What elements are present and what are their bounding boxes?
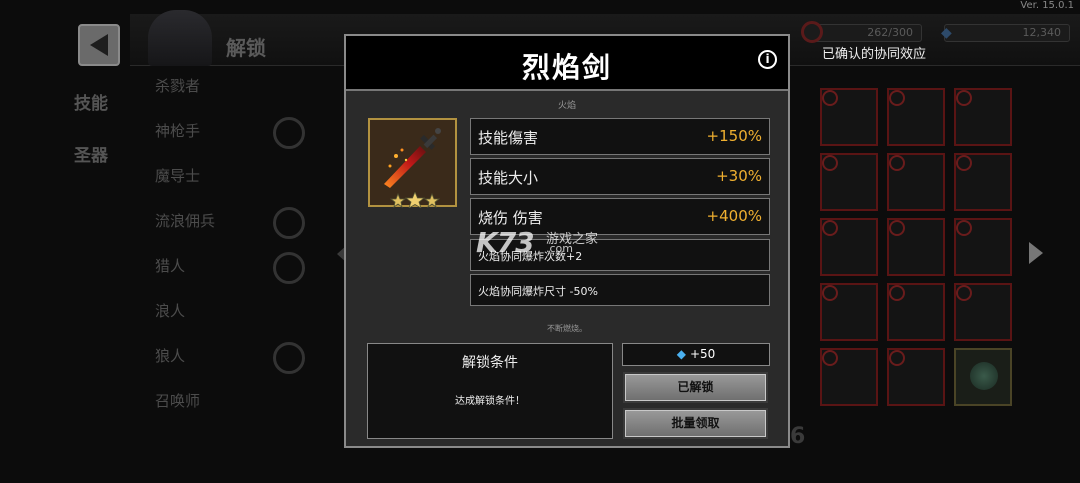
modal-header: 烈焰剑 i [346,36,788,91]
class-item[interactable]: 召唤师 [155,389,325,434]
class-item[interactable]: 神枪手 [155,117,325,164]
relic-slot[interactable] [954,283,1012,341]
stat-name: 技能傷害 [478,129,539,147]
class-label: 狼人 [155,347,186,365]
gem-icon: ◆ [941,25,952,41]
watermark: K73 游戏之家 .com [476,226,598,259]
class-list: 杀戮者 神枪手 魔导士 流浪佣兵 猎人 浪人 狼人 召唤师 [155,74,325,434]
gem-value: 12,340 [1022,26,1062,39]
class-label: 浪人 [155,302,186,320]
relic-slot[interactable] [820,283,878,341]
class-icon [273,117,305,149]
element-label: 火焰 [557,101,576,111]
version-label: Ver. 15.0.1 [1020,0,1074,11]
class-label: 魔导士 [155,167,201,185]
claim-all-button[interactable]: 批量领取 [623,408,768,439]
reward-display: ◆ +50 [622,343,770,366]
stat-row: 技能傷害 +150% [470,118,770,155]
watermark-domain: .com [546,242,573,255]
class-item[interactable]: 狼人 [155,342,325,389]
relic-slot[interactable] [887,153,945,211]
background-digit: 6 [790,424,806,449]
stat-row: 技能大小 +30% [470,158,770,195]
unlocked-button[interactable]: 已解锁 [623,372,768,403]
ban-icon [822,220,838,236]
next-page-arrow-icon[interactable] [1029,242,1043,264]
class-item[interactable]: 杀戮者 [155,74,325,119]
stat-name: 技能大小 [478,169,539,187]
ban-icon [822,350,838,366]
class-item[interactable]: 流浪佣兵 [155,207,325,254]
ban-icon [822,155,838,171]
relic-title: 烈焰剑 [521,51,612,84]
relic-slot[interactable] [887,283,945,341]
back-button[interactable] [78,24,120,66]
unlock-condition-panel: 解锁条件 达成解锁条件！ [367,343,613,439]
relic-slot-unlocked[interactable] [954,348,1012,406]
class-item[interactable]: 魔导士 [155,164,325,209]
hero-portrait [148,10,212,66]
relic-slot[interactable] [887,218,945,276]
synergy-label: 已确认的协同效应 [822,47,927,62]
info-icon[interactable]: i [758,50,777,69]
relic-description: 不断燃烧。 [547,324,587,333]
ban-icon [956,90,972,106]
ban-icon [822,285,838,301]
gem-icon: ◆ [676,347,686,361]
stamina-counter: 262/300 [801,21,922,43]
stat-value: +30% [716,167,762,185]
stat-value: +150% [706,127,762,145]
relic-slot[interactable] [954,218,1012,276]
class-icon [273,207,305,239]
stamina-value: 262/300 [867,26,913,39]
relic-slot[interactable] [954,153,1012,211]
class-icon [273,252,305,284]
relic-slot[interactable] [954,88,1012,146]
synergy-effect-row: 火焰协同爆炸尺寸 -50% [470,274,770,306]
relic-slot[interactable] [820,218,878,276]
unlock-condition-text: 达成解锁条件！ [455,396,525,407]
page-title: 解锁 [226,36,266,60]
class-label: 杀戮者 [155,77,201,95]
ban-icon [889,90,905,106]
ban-icon [956,285,972,301]
tab-relics[interactable]: 圣器 [74,144,108,196]
class-icon [273,342,305,374]
class-label: 召唤师 [155,392,201,410]
synergy-effect-text: 火焰协同爆炸尺寸 -50% [478,285,598,298]
ban-icon [889,285,905,301]
relic-slot[interactable] [887,348,945,406]
unlock-condition-title: 解锁条件 [462,355,518,371]
ban-icon [889,350,905,366]
stat-name: 烧伤 伤害 [478,209,543,227]
ban-icon [889,155,905,171]
class-item[interactable]: 猎人 [155,252,325,299]
tab-skills[interactable]: 技能 [74,92,108,144]
class-label: 流浪佣兵 [155,212,216,230]
ban-icon [889,220,905,236]
relic-orb-icon [970,362,998,390]
gem-counter: ◆ 12,340 [941,24,1070,42]
flame-sword-icon [384,128,441,188]
reward-value: +50 [689,347,716,361]
relic-icon-box [368,118,457,208]
relic-slot[interactable] [887,88,945,146]
rarity-stars-icon [390,192,440,208]
ban-icon [822,90,838,106]
back-arrow-icon [90,34,108,56]
relic-slot[interactable] [820,153,878,211]
ban-icon [956,220,972,236]
watermark-logo: K73 [476,226,535,259]
class-label: 神枪手 [155,122,201,140]
relic-slot[interactable] [820,88,878,146]
ban-icon [956,155,972,171]
left-menu: 技能 圣器 [74,92,108,196]
ban-icon [801,21,823,43]
relic-slot[interactable] [820,348,878,406]
class-label: 猎人 [155,257,186,275]
class-item[interactable]: 浪人 [155,299,325,344]
stat-value: +400% [706,207,762,225]
